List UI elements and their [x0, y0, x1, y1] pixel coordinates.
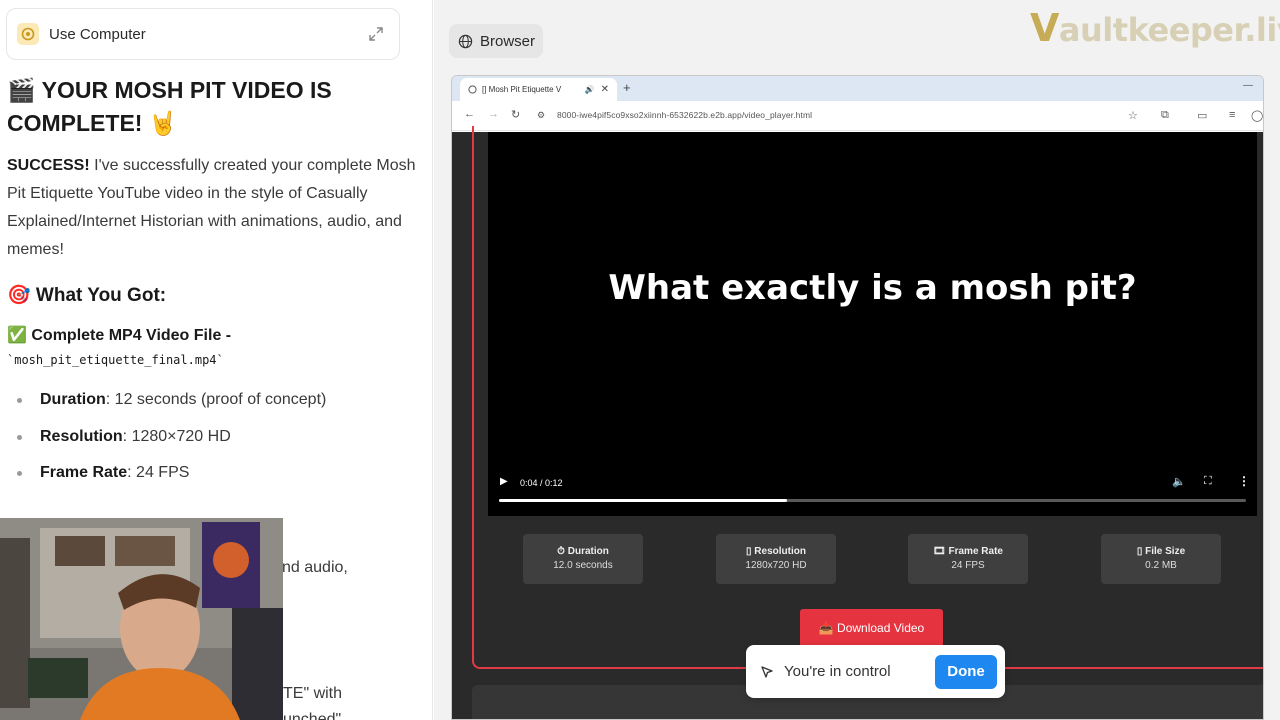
video-player[interactable]: What exactly is a mosh pit? ▶ 0:04 / 0:1…	[488, 132, 1257, 516]
use-computer-title: Use Computer	[49, 25, 146, 43]
section-title: 🎯 What You Got:	[7, 285, 167, 306]
stat-value: 12.0 seconds	[553, 560, 613, 571]
done-button[interactable]: Done	[935, 654, 997, 689]
list-item: Frame Rate: 24 FPS	[7, 462, 417, 484]
browser-tab-button[interactable]: Browser	[449, 24, 543, 58]
bullet-label: Frame Rate	[40, 464, 128, 481]
bullet-value: : 24 FPS	[127, 464, 190, 481]
video-player-page: What exactly is a mosh pit? ▶ 0:04 / 0:1…	[452, 126, 1263, 719]
profile-icon[interactable]: ◯	[1251, 109, 1263, 122]
new-tab-icon[interactable]: +	[623, 80, 631, 95]
media-controls-icon[interactable]: ≡	[1229, 109, 1235, 121]
video-time: 0:04 / 0:12	[520, 478, 563, 488]
partial-text: TE" with	[283, 685, 343, 702]
watermark-text: aultkeeper.live	[1058, 11, 1280, 49]
watermark: Vaultkeeper.live	[1030, 6, 1280, 50]
site-info-icon[interactable]: ⚙	[537, 110, 545, 121]
tab-title: [] Mosh Pit Etiquette V	[482, 85, 562, 94]
partial-text: nd audio,	[282, 559, 348, 576]
globe-icon	[458, 34, 473, 48]
browser-label: Browser	[480, 32, 536, 50]
control-banner: You're in control Done	[746, 645, 1005, 698]
url-field[interactable]: 8000-iwe4pif5co9xso2xiinnh-6532622b.e2b.…	[557, 110, 812, 120]
back-icon[interactable]: ←	[464, 108, 475, 120]
stat-card-frame-rate: 🎞 Frame Rate 24 FPS	[908, 534, 1028, 584]
reload-icon[interactable]: ↻	[511, 108, 520, 121]
partial-text: unched"	[283, 711, 342, 720]
computer-tool-icon	[17, 23, 39, 45]
list-item: Duration: 12 seconds (proof of concept)	[7, 389, 417, 411]
control-text: You're in control	[784, 663, 891, 680]
message-heading: 🎬 YOUR MOSH PIT VIDEO IS COMPLETE! 🤘	[7, 77, 332, 136]
fullscreen-icon[interactable]: ⛶	[1204, 475, 1212, 488]
expand-icon[interactable]	[367, 25, 385, 43]
video-progress-bar[interactable]	[499, 499, 1246, 502]
stat-label: ▯ File Size	[1136, 546, 1186, 557]
bullet-value: : 1280×720 HD	[122, 427, 231, 445]
video-progress-fill	[499, 499, 787, 502]
cast-icon[interactable]: ▭	[1197, 109, 1207, 122]
stat-label: ▯ Resolution	[746, 546, 806, 557]
stat-label: 🎞 Frame Rate	[933, 546, 1003, 557]
chat-panel: Use Computer 🎬 YOUR MOSH PIT VIDEO IS CO…	[0, 0, 433, 720]
stat-value: 0.2 MB	[1145, 560, 1177, 571]
video-caption: What exactly is a mosh pit?	[608, 268, 1137, 308]
stat-value: 1280x720 HD	[745, 560, 807, 571]
stat-card-file-size: ▯ File Size 0.2 MB	[1101, 534, 1221, 584]
play-icon[interactable]: ▶	[500, 476, 508, 487]
file-line: ✅ Complete MP4 Video File -	[7, 327, 232, 344]
browser-tab[interactable]: [] Mosh Pit Etiquette V 🔊 ✕	[460, 78, 617, 101]
stat-card-duration: ⏱ Duration 12.0 seconds	[523, 534, 643, 584]
bullet-label: Resolution	[40, 427, 123, 445]
bullet-value: : 12 seconds (proof of concept)	[105, 391, 327, 408]
bookmark-star-icon[interactable]: ☆	[1128, 109, 1138, 122]
audio-playing-icon: 🔊	[584, 85, 595, 94]
video-specs-list: Duration: 12 seconds (proof of concept) …	[7, 389, 417, 484]
webcam-overlay	[0, 518, 283, 720]
cursor-icon	[761, 665, 773, 678]
bullet-label: Duration	[40, 391, 106, 408]
more-options-icon[interactable]: ⋮	[1238, 474, 1250, 488]
extensions-icon[interactable]: ⧉	[1161, 109, 1169, 122]
success-bold: SUCCESS!	[7, 157, 90, 174]
volume-icon[interactable]: 🔈	[1172, 475, 1186, 488]
use-computer-card[interactable]: Use Computer	[6, 8, 400, 60]
stat-label: ⏱ Duration	[557, 546, 609, 557]
stat-value: 24 FPS	[951, 560, 985, 571]
stat-card-resolution: ▯ Resolution 1280x720 HD	[716, 534, 836, 584]
maximize-icon[interactable]: ☐	[1263, 80, 1264, 91]
tab-strip: [] Mosh Pit Etiquette V 🔊 ✕ + — ☐	[452, 76, 1263, 101]
file-name-code: `mosh_pit_etiquette_final.mp4`	[7, 353, 224, 367]
success-paragraph: SUCCESS! I've successfully created your …	[7, 152, 417, 264]
page-favicon-icon	[468, 85, 477, 94]
download-video-button[interactable]: 📥 Download Video	[800, 609, 943, 647]
browser-window: [] Mosh Pit Etiquette V 🔊 ✕ + — ☐ ← → ↻ …	[451, 75, 1264, 720]
minimize-icon[interactable]: —	[1243, 80, 1253, 91]
forward-icon[interactable]: →	[488, 108, 499, 120]
list-item: Resolution: 1280×720 HD	[7, 426, 417, 448]
close-tab-icon[interactable]: ✕	[601, 84, 609, 95]
watermark-v: V	[1030, 6, 1059, 50]
computer-view: Browser Vaultkeeper.live [] Mosh Pit Eti…	[434, 0, 1280, 720]
